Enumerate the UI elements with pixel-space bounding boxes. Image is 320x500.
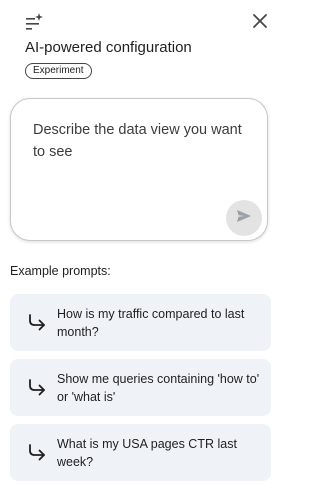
close-button[interactable]	[249, 12, 271, 34]
send-icon	[236, 209, 252, 228]
examples-heading: Example prompts:	[10, 264, 111, 278]
prompt-input[interactable]	[33, 119, 253, 179]
experiment-badge: Experiment	[25, 63, 92, 79]
send-button[interactable]	[226, 200, 262, 236]
subdirectory-arrow-right-icon	[27, 444, 47, 461]
prompt-box	[10, 98, 268, 241]
example-prompt-3[interactable]: What is my USA pages CTR last week?	[10, 424, 271, 481]
example-prompt-1[interactable]: How is my traffic compared to last month…	[10, 294, 271, 351]
panel-title: AI-powered configuration	[25, 39, 192, 56]
close-icon	[252, 13, 268, 34]
subdirectory-arrow-right-icon	[27, 379, 47, 396]
sparkle-filter-icon	[25, 12, 47, 32]
panel-header: AI-powered configuration Experiment	[0, 0, 282, 90]
example-prompt-2[interactable]: Show me queries containing 'how to' or '…	[10, 359, 271, 416]
example-prompt-text: Show me queries containing 'how to' or '…	[57, 371, 260, 404]
example-prompt-text: What is my USA pages CTR last week?	[57, 436, 237, 469]
subdirectory-arrow-right-icon	[27, 314, 47, 331]
example-prompt-text: How is my traffic compared to last month…	[57, 306, 245, 339]
